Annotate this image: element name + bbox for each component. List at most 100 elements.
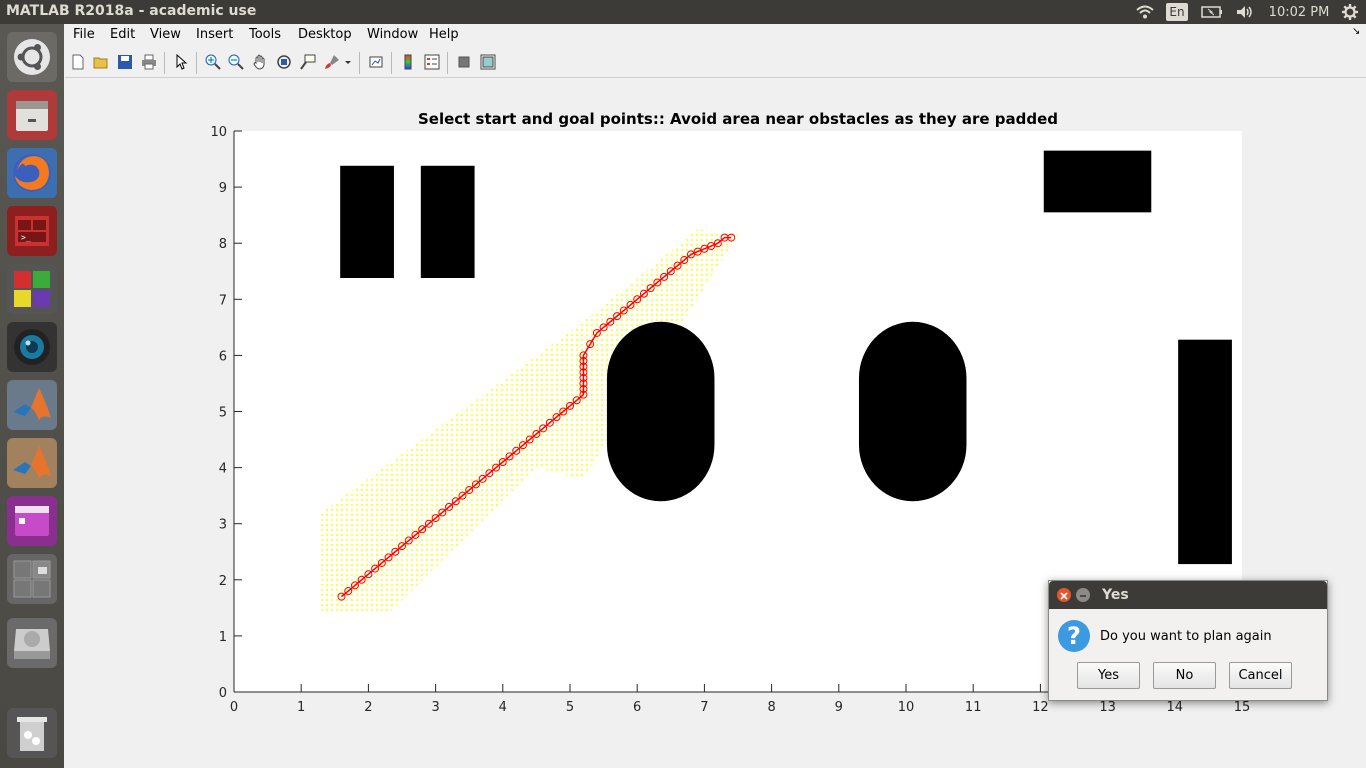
window-title: MATLAB R2018a - academic use xyxy=(6,3,257,19)
terminal-app-icon[interactable]: >_ xyxy=(7,206,57,256)
firefox-icon[interactable] xyxy=(7,148,57,198)
dialog-title: Yes xyxy=(1102,587,1129,603)
brush-icon[interactable] xyxy=(323,53,341,71)
svg-text:>_: >_ xyxy=(21,233,31,242)
x-tick-label: 12 xyxy=(1032,700,1049,715)
menu-help[interactable]: Help xyxy=(429,27,459,42)
workspace-switcher-icon[interactable] xyxy=(7,554,57,604)
obstacle-capsule xyxy=(606,321,715,502)
system-settings-icon[interactable] xyxy=(1339,2,1361,22)
matlab-running-icon[interactable] xyxy=(7,438,57,488)
x-tick-label: 9 xyxy=(835,700,843,715)
top-panel: MATLAB R2018a - academic use En 10:02 PM xyxy=(0,0,1366,24)
y-tick-label: 6 xyxy=(219,349,227,364)
yes-button[interactable]: Yes xyxy=(1077,662,1140,689)
x-tick-label: 10 xyxy=(898,700,915,715)
open-file-icon[interactable] xyxy=(92,53,110,71)
toolbar-separator xyxy=(359,52,360,74)
y-tick-label: 5 xyxy=(219,406,227,421)
zoom-out-icon[interactable] xyxy=(227,53,245,71)
menu-window[interactable]: Window xyxy=(367,27,418,42)
save-icon[interactable] xyxy=(116,53,134,71)
toolbar-separator xyxy=(196,52,197,74)
x-tick-label: 0 xyxy=(230,700,238,715)
camera-app-icon[interactable] xyxy=(7,322,57,372)
menu-edit[interactable]: Edit xyxy=(110,27,135,42)
matlab-icon[interactable] xyxy=(7,380,57,430)
battery-icon[interactable] xyxy=(1199,2,1225,22)
show-plot-tools-icon[interactable] xyxy=(479,53,497,71)
keyboard-language-indicator[interactable]: En xyxy=(1166,2,1188,22)
link-plot-icon[interactable] xyxy=(367,53,385,71)
brush-dropdown-arrow-icon[interactable] xyxy=(343,53,353,71)
question-dialog: Yes ? Do you want to plan again Yes No C… xyxy=(1048,580,1328,701)
menu-insert[interactable]: Insert xyxy=(196,27,233,42)
pan-hand-icon[interactable] xyxy=(251,53,269,71)
y-tick-label: 1 xyxy=(219,630,227,645)
y-tick-label: 8 xyxy=(219,237,227,252)
x-tick-label: 6 xyxy=(633,700,641,715)
y-tick-label: 9 xyxy=(219,181,227,196)
no-button[interactable]: No xyxy=(1153,662,1216,689)
y-tick-label: 3 xyxy=(219,518,227,533)
edit-plot-pointer-icon[interactable] xyxy=(172,53,190,71)
rotate-3d-icon[interactable] xyxy=(275,53,293,71)
insert-legend-icon[interactable] xyxy=(423,53,441,71)
x-tick-label: 14 xyxy=(1167,700,1184,715)
obstacle-capsule xyxy=(858,321,967,502)
obstacle-rect xyxy=(1043,150,1152,213)
files-icon[interactable] xyxy=(7,90,57,140)
x-tick-label: 8 xyxy=(767,700,775,715)
toolbar-separator xyxy=(391,52,392,74)
volume-icon[interactable] xyxy=(1234,2,1256,22)
menu-view[interactable]: View xyxy=(150,27,181,42)
x-tick-label: 7 xyxy=(700,700,708,715)
obstacle-rect xyxy=(1178,339,1232,565)
close-icon[interactable] xyxy=(1057,588,1071,602)
menu-bar: File Edit View Insert Tools Desktop Wind… xyxy=(65,24,1366,46)
obstacle-rect xyxy=(340,165,394,278)
insert-colorbar-icon[interactable] xyxy=(399,53,417,71)
x-tick-label: 3 xyxy=(431,700,439,715)
disk-drive-icon[interactable] xyxy=(7,618,57,668)
x-tick-label: 4 xyxy=(499,700,507,715)
x-tick-label: 11 xyxy=(965,700,982,715)
y-tick-label: 0 xyxy=(219,686,227,701)
hide-plot-tools-icon[interactable] xyxy=(455,53,473,71)
x-tick-label: 1 xyxy=(297,700,305,715)
y-tick-label: 7 xyxy=(219,293,227,308)
dock-arrow-icon[interactable]: ↘ xyxy=(1352,26,1360,37)
zoom-in-icon[interactable] xyxy=(204,53,222,71)
y-tick-label: 4 xyxy=(219,462,227,477)
software-center-icon[interactable] xyxy=(7,264,57,314)
new-figure-icon[interactable] xyxy=(69,53,87,71)
data-cursor-icon[interactable] xyxy=(299,53,317,71)
language-label: En xyxy=(1166,3,1188,21)
window-app-icon[interactable] xyxy=(7,496,57,546)
print-icon[interactable] xyxy=(140,53,158,71)
plot-title: Select start and goal points:: Avoid are… xyxy=(418,110,1058,128)
x-tick-label: 15 xyxy=(1234,700,1251,715)
obstacle-rect xyxy=(420,165,475,278)
y-tick-label: 2 xyxy=(219,574,227,589)
ubuntu-dash-icon[interactable] xyxy=(7,32,57,82)
menu-file[interactable]: File xyxy=(73,27,95,42)
clock[interactable]: 10:02 PM xyxy=(1266,2,1332,22)
figure-toolbar xyxy=(65,48,1366,78)
toolbar-separator xyxy=(164,52,165,74)
question-icon: ? xyxy=(1058,620,1090,652)
cancel-button[interactable]: Cancel xyxy=(1229,662,1292,689)
dialog-message: Do you want to plan again xyxy=(1100,629,1272,644)
minimize-icon[interactable] xyxy=(1076,588,1090,602)
dialog-titlebar[interactable]: Yes xyxy=(1049,581,1327,609)
y-tick-label: 10 xyxy=(210,125,227,140)
wifi-icon[interactable] xyxy=(1134,2,1156,22)
x-tick-label: 13 xyxy=(1099,700,1116,715)
x-tick-label: 5 xyxy=(566,700,574,715)
trash-icon[interactable] xyxy=(7,708,57,758)
menu-desktop[interactable]: Desktop xyxy=(298,27,352,42)
x-tick-label: 2 xyxy=(364,700,372,715)
menu-tools[interactable]: Tools xyxy=(249,27,281,42)
toolbar-separator xyxy=(447,52,448,74)
launcher: >_ xyxy=(0,24,64,768)
